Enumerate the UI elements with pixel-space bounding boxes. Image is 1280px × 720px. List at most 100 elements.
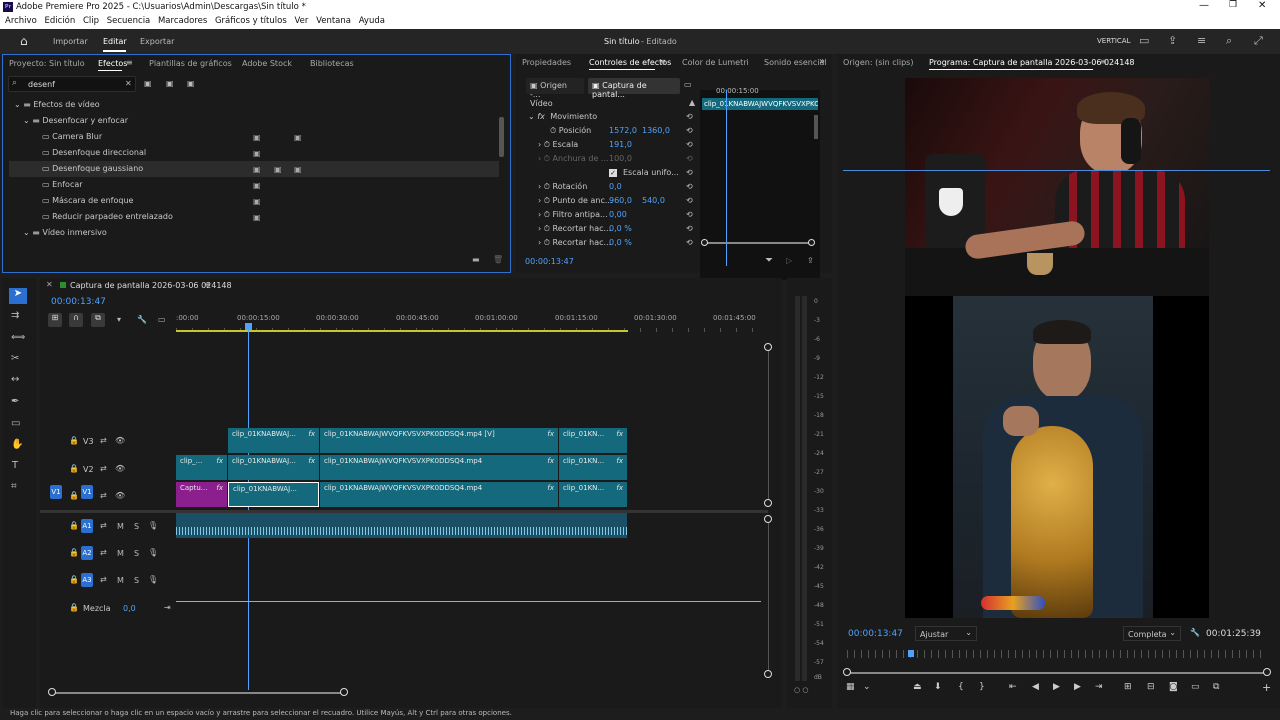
uniform-scale-checkbox[interactable]: ✓ <box>609 169 617 177</box>
fullscreen-icon[interactable]: ⤢ <box>1254 34 1263 48</box>
yuv-filter-icon[interactable]: ▣ <box>187 79 195 88</box>
audio-clip-a1[interactable] <box>176 513 627 538</box>
collapse-icon[interactable]: ▲ <box>689 98 695 107</box>
selection-tool-icon[interactable]: ➤ <box>9 288 27 304</box>
mute-button[interactable]: M <box>117 576 124 585</box>
tree-item[interactable]: ▭ Enfocar <box>42 177 83 193</box>
panel-toggle-icon[interactable]: ▭ <box>684 80 692 89</box>
mute-button[interactable]: M <box>117 522 124 531</box>
effect-row-crop-1[interactable]: › ⏱ Recortar hac... 0,0 % ⟲ <box>528 224 698 234</box>
pen-icon[interactable]: ✒ <box>11 396 19 407</box>
effect-row-antiflicker[interactable]: › ⏱ Filtro antipa... 0,00 ⟲ <box>528 210 698 220</box>
close-tab-icon[interactable]: ✕ <box>46 280 53 289</box>
stopwatch-icon[interactable]: ⏱ <box>550 126 556 135</box>
effects-search-box[interactable]: ⌕ desenf ✕ <box>8 76 136 92</box>
eye-icon[interactable]: 👁 <box>115 491 125 500</box>
clip-v1-c[interactable]: clip_01KNABWAJWVQFKVSVXPK0DDSQ4.mp4 fx <box>320 482 558 507</box>
solo-buttons[interactable]: ○ ○ <box>794 686 808 694</box>
playhead-marker[interactable] <box>245 323 252 330</box>
tab-importar[interactable]: Importar <box>53 37 88 46</box>
tab-essential-sound[interactable]: Sonido esencial <box>764 58 827 67</box>
menu-ayuda[interactable]: Ayuda <box>359 16 385 26</box>
lock-icon[interactable]: 🔒 <box>69 436 79 445</box>
solo-button[interactable]: S <box>134 522 139 531</box>
sync-lock-icon[interactable]: ⇄ <box>100 491 107 500</box>
timeline-zoom-bar[interactable] <box>54 692 344 694</box>
zoom-handle-left[interactable] <box>843 668 851 676</box>
clip-v2-c[interactable]: clip_01KNABWAJWVQFKVSVXPK0DDSQ4.mp4 fx <box>320 455 558 480</box>
sync-lock-icon[interactable]: ⇄ <box>100 464 107 473</box>
add-marker-icon[interactable]: ▾ <box>117 315 121 324</box>
add-marker-icon[interactable]: ⬇ <box>934 682 942 692</box>
caption-icon[interactable]: ⌗ <box>11 481 17 492</box>
clip-v1-a[interactable]: Captu... fx <box>176 482 227 507</box>
tab-graphics-templates[interactable]: Plantillas de gráficos <box>149 59 232 68</box>
lock-icon[interactable]: 🔒 <box>69 491 79 500</box>
clear-search-icon[interactable]: ✕ <box>125 79 132 88</box>
clip-v1-b-selected[interactable]: clip_01KNABWAJ... <box>228 482 319 507</box>
captions-icon[interactable]: ▭ <box>158 315 166 324</box>
mix-end-icon[interactable]: ⇥ <box>164 603 171 612</box>
go-to-out-icon[interactable]: ⇥ <box>1095 682 1103 692</box>
overwrite-icon[interactable]: ⊟ <box>1147 682 1155 692</box>
effects-search-input[interactable]: desenf <box>28 80 55 89</box>
minimize-button[interactable]: — <box>1199 0 1209 11</box>
compare-icon[interactable]: ▭ <box>1191 682 1200 692</box>
more-tabs-icon[interactable]: » <box>819 56 825 67</box>
effect-row-position[interactable]: ⏱ Posición 1572,0 1360,0 ⟲ <box>528 126 698 136</box>
workspace-layout[interactable]: VERTICAL <box>1097 37 1130 45</box>
sequence-menu-icon[interactable]: ≡ <box>204 280 211 289</box>
track-select-icon[interactable]: ⇉ <box>11 310 19 321</box>
ripple-edit-icon[interactable]: ⟺ <box>11 332 25 343</box>
effect-row-anchor[interactable]: › ⏱ Punto de anc... 960,0 540,0 ⟲ <box>528 196 698 206</box>
clip-v2-a[interactable]: clip_... fx <box>176 455 227 480</box>
camera-icon[interactable]: ◙ <box>1169 682 1178 692</box>
maximize-button[interactable]: ❐ <box>1229 0 1237 10</box>
scroll-handle[interactable] <box>764 499 772 507</box>
zoom-bar[interactable] <box>849 672 1269 674</box>
effects-menu-icon[interactable]: ≡ <box>126 58 133 67</box>
rectangle-icon[interactable]: ▭ <box>11 418 20 429</box>
program-menu-icon[interactable]: ≡ <box>1100 57 1107 66</box>
linked-select-icon[interactable]: ⧉ <box>91 313 105 327</box>
sync-lock-icon[interactable]: ⇄ <box>100 575 107 584</box>
sync-lock-icon[interactable]: ⇄ <box>100 548 107 557</box>
crop-1-value[interactable]: 0,0 % <box>609 224 632 233</box>
fit-dropdown[interactable]: Ajustar ⌄ <box>915 626 977 641</box>
mute-button[interactable]: M <box>117 549 124 558</box>
stopwatch-icon[interactable]: ⏱ <box>544 224 550 233</box>
scrollbar[interactable] <box>499 117 504 157</box>
effect-row-crop-2[interactable]: › ⏱ Recortar hac... 0,0 % ⟲ <box>528 238 698 248</box>
mark-in-icon[interactable]: { <box>958 682 964 692</box>
menu-graficos[interactable]: Gráficos y títulos <box>215 16 287 26</box>
reset-icon[interactable]: ⟲ <box>686 112 693 121</box>
tab-properties[interactable]: Propiedades <box>522 58 571 67</box>
tab-source[interactable]: Origen: (sin clips) <box>843 58 913 67</box>
search-icon[interactable]: ⌕ <box>1226 34 1232 48</box>
menu-clip[interactable]: Clip <box>83 16 99 26</box>
solo-button[interactable]: S <box>134 576 139 585</box>
tab-project[interactable]: Proyecto: Sin título <box>9 59 85 68</box>
type-icon[interactable]: T <box>12 460 18 471</box>
panel-layout-icon[interactable]: ▭ <box>1139 34 1149 47</box>
lock-icon[interactable]: 🔒 <box>69 521 79 530</box>
zoom-scrollbar[interactable] <box>704 242 812 244</box>
tab-libraries[interactable]: Bibliotecas <box>310 59 354 68</box>
filter-icon[interactable]: ⏷ <box>765 255 773 266</box>
quality-dropdown[interactable]: Completa ⌄ <box>1123 626 1181 641</box>
sync-lock-icon[interactable]: ⇄ <box>100 521 107 530</box>
position-y-value[interactable]: 1360,0 <box>642 126 670 135</box>
close-button[interactable]: ✕ <box>1258 0 1266 11</box>
zoom-handle-right[interactable] <box>1263 668 1271 676</box>
scale-value[interactable]: 191,0 <box>609 140 632 149</box>
mic-icon[interactable]: 🎙 <box>148 575 158 584</box>
program-timecode[interactable]: 00:00:13:47 <box>848 629 903 639</box>
reset-icon[interactable]: ⟲ <box>686 196 693 205</box>
home-icon[interactable]: ⌂ <box>20 34 28 48</box>
eye-icon[interactable]: 👁 <box>115 436 125 445</box>
tree-item[interactable]: ▭ Desenfoque direccional <box>42 145 146 161</box>
settings-wrench-icon[interactable]: 🔧 <box>1190 628 1200 637</box>
32bit-filter-icon[interactable]: ▣ <box>166 79 174 88</box>
razor-icon[interactable]: ✂ <box>11 353 19 364</box>
clip-v2-d[interactable]: clip_01KN... fx <box>559 455 627 480</box>
